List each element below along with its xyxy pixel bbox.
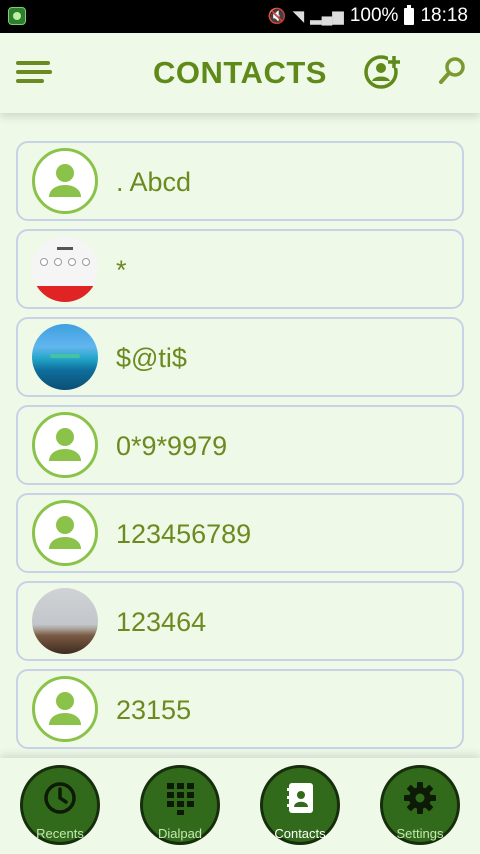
- nav-recents-button[interactable]: Recents: [20, 765, 100, 845]
- contact-photo: [32, 236, 98, 302]
- contact-card[interactable]: 0*9*9979: [16, 405, 464, 485]
- search-icon: [439, 57, 465, 84]
- status-bar: 🔇 ◥ ▂▄▆ 100% 18:18: [0, 0, 480, 33]
- default-avatar-icon: [32, 148, 98, 214]
- contact-name: . Abcd: [116, 167, 192, 197]
- contacts-list[interactable]: . Abcd * $@ti$ 0*9*9979 123456789 123464: [0, 113, 480, 758]
- signal-icon: ▂▄▆: [310, 8, 344, 25]
- nav-label: Contacts: [274, 826, 326, 841]
- dialpad-icon: [167, 783, 194, 815]
- default-avatar-icon: [32, 676, 98, 742]
- add-contact-icon: [364, 55, 400, 89]
- contact-name: 0*9*9979: [116, 431, 228, 461]
- battery-icon: [404, 4, 415, 25]
- gear-icon: [404, 782, 436, 814]
- contact-name: *: [116, 255, 127, 285]
- app-header: CONTACTS: [0, 33, 480, 113]
- nav-label: Dialpad: [157, 826, 203, 841]
- contact-card[interactable]: 23155: [16, 669, 464, 749]
- contacts-book-icon: [287, 783, 313, 813]
- nav-label: Settings: [396, 826, 444, 841]
- contact-card[interactable]: *: [16, 229, 464, 309]
- contact-name: 123464: [116, 607, 207, 637]
- contact-name: 123456789: [116, 519, 252, 549]
- default-avatar-icon: [32, 500, 98, 566]
- search-button[interactable]: [436, 55, 468, 87]
- nav-dialpad-button[interactable]: Dialpad: [140, 765, 220, 845]
- battery-percent: 100%: [349, 5, 399, 26]
- default-avatar-icon: [32, 412, 98, 478]
- contact-photo: [32, 588, 98, 654]
- page-title: CONTACTS: [153, 55, 327, 90]
- contact-card[interactable]: 123456789: [16, 493, 464, 573]
- contact-card[interactable]: 123464: [16, 581, 464, 661]
- nav-label: Recents: [36, 826, 84, 841]
- clock-icon: [44, 782, 76, 814]
- wifi-icon: ◥: [292, 8, 305, 25]
- contact-name: 23155: [116, 695, 192, 725]
- nav-settings-button[interactable]: Settings: [380, 765, 460, 845]
- clock-time: 18:18: [420, 5, 468, 26]
- nav-contacts-button[interactable]: Contacts: [260, 765, 340, 845]
- app-notification-icon: [8, 7, 26, 25]
- bottom-nav: Recents Dialpad Contacts Settings: [0, 758, 480, 854]
- contact-card[interactable]: $@ti$: [16, 317, 464, 397]
- contact-photo: [32, 324, 98, 390]
- contact-name: $@ti$: [116, 343, 187, 373]
- contact-card[interactable]: . Abcd: [16, 141, 464, 221]
- mute-icon: 🔇: [267, 8, 287, 25]
- add-contact-button[interactable]: [364, 52, 402, 90]
